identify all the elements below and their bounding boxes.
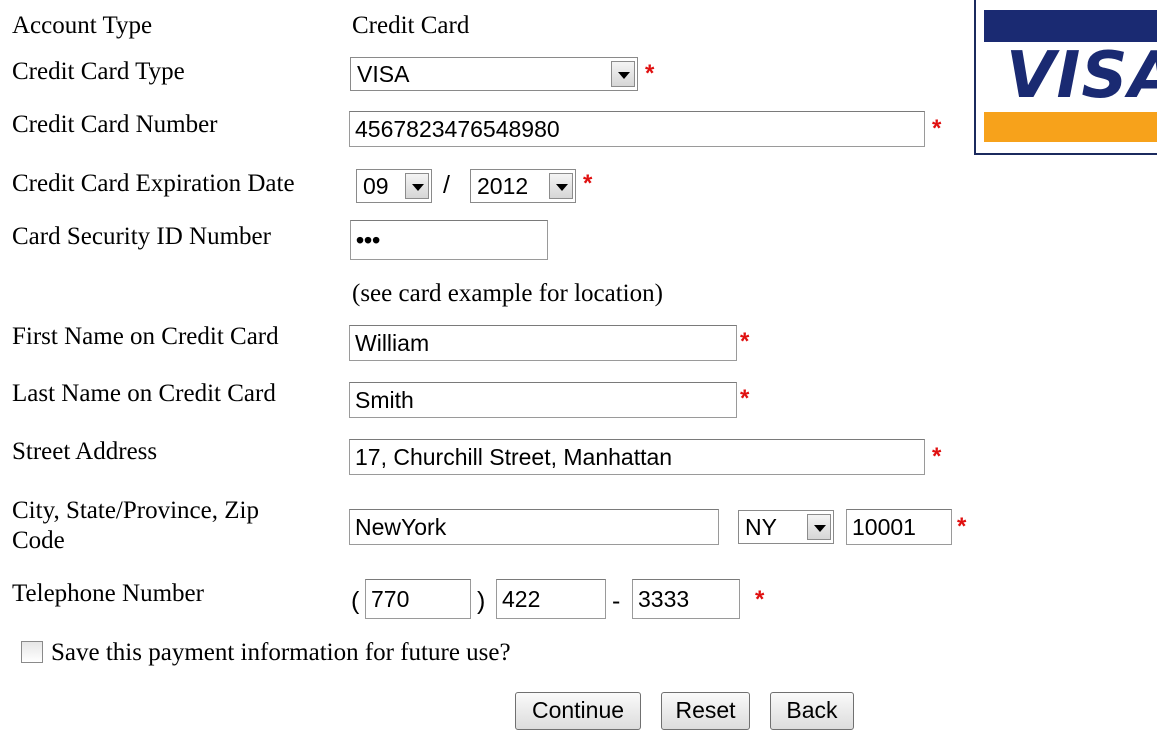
telephone-close-paren: ) (477, 587, 486, 615)
required-marker: * (932, 443, 942, 470)
telephone-area-input[interactable]: 770 (365, 579, 471, 619)
save-payment-checkbox[interactable] (21, 641, 43, 663)
first-name-input[interactable]: William (349, 325, 737, 361)
expiration-year-selected: 2012 (477, 173, 529, 199)
telephone-prefix-input[interactable]: 422 (496, 579, 606, 619)
city-input[interactable]: NewYork (349, 509, 719, 545)
expiration-separator: / (443, 171, 450, 199)
account-type-value: Credit Card (352, 12, 470, 39)
security-id-input[interactable]: ••• (350, 220, 548, 260)
required-marker: * (740, 385, 750, 412)
expiration-year-select[interactable]: 2012 (470, 169, 576, 203)
card-type-selected: VISA (357, 61, 410, 87)
card-number-label: Credit Card Number (12, 111, 218, 138)
street-input[interactable]: 17, Churchill Street, Manhattan (349, 439, 925, 475)
chevron-down-icon[interactable] (549, 173, 573, 199)
back-button[interactable]: Back (770, 692, 854, 730)
card-type-label: Credit Card Type (12, 58, 185, 85)
visa-logo-text: VISA (1006, 39, 1157, 113)
security-id-hint: (see card example for location) (352, 280, 663, 307)
required-marker: * (755, 586, 765, 613)
reset-button[interactable]: Reset (661, 692, 750, 730)
account-type-label: Account Type (12, 12, 153, 39)
telephone-line-input[interactable]: 3333 (632, 579, 740, 619)
save-payment-label: Save this payment information for future… (51, 639, 511, 666)
street-label: Street Address (12, 438, 158, 465)
state-select[interactable]: NY (738, 510, 834, 544)
required-marker: * (957, 513, 967, 540)
card-number-input[interactable]: 4567823476548980 (349, 111, 925, 147)
state-selected: NY (745, 514, 777, 540)
required-marker: * (583, 170, 593, 197)
security-id-label: Card Security ID Number (12, 223, 271, 250)
required-marker: * (932, 115, 942, 142)
telephone-label: Telephone Number (12, 580, 204, 607)
required-marker: * (740, 328, 750, 355)
visa-logo: VISA (974, 0, 1157, 155)
expiration-month-select[interactable]: 09 (356, 169, 432, 203)
telephone-dash: - (612, 587, 621, 615)
chevron-down-icon[interactable] (405, 173, 429, 199)
continue-button[interactable]: Continue (515, 692, 641, 730)
last-name-label: Last Name on Credit Card (12, 380, 276, 407)
expiration-label: Credit Card Expiration Date (12, 170, 295, 197)
first-name-label: First Name on Credit Card (12, 323, 279, 350)
visa-logo-orange-band (984, 112, 1157, 142)
last-name-input[interactable]: Smith (349, 382, 737, 418)
chevron-down-icon[interactable] (807, 514, 831, 540)
card-type-select[interactable]: VISA (350, 57, 638, 91)
chevron-down-icon[interactable] (611, 61, 635, 87)
required-marker: * (645, 60, 655, 87)
telephone-open-paren: ( (351, 587, 360, 615)
expiration-month-selected: 09 (363, 173, 389, 199)
city-state-zip-label: City, State/Province, Zip Code (12, 497, 259, 554)
zip-input[interactable]: 10001 (846, 509, 952, 545)
